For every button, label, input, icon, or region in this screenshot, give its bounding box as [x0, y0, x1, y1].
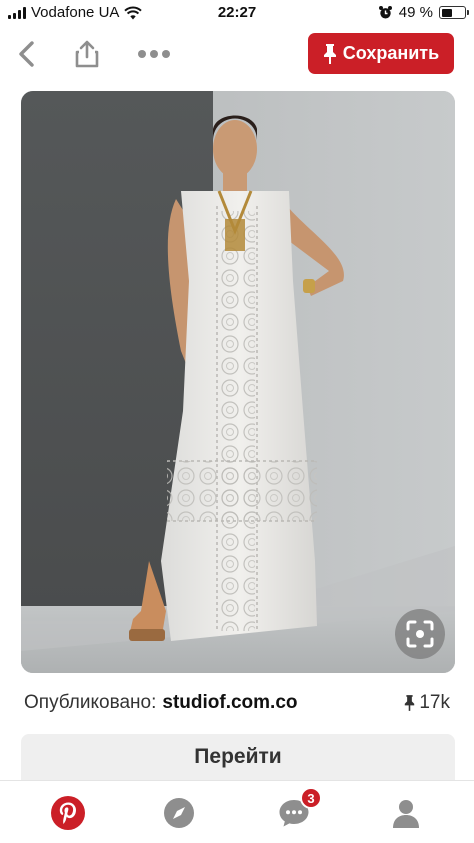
- nav-home[interactable]: [48, 793, 88, 833]
- nav-messages[interactable]: 3: [274, 787, 322, 833]
- share-button[interactable]: [70, 36, 104, 72]
- compass-icon: [164, 798, 194, 828]
- bottom-nav: 3: [0, 780, 474, 843]
- profile-icon: [393, 800, 419, 828]
- visit-label: Перейти: [194, 745, 282, 768]
- pin-image[interactable]: [21, 91, 455, 673]
- pin-icon: [323, 43, 336, 64]
- battery-fill: [441, 8, 453, 17]
- pinterest-logo-icon: [51, 796, 85, 830]
- more-dots-icon: [138, 50, 170, 58]
- nav-explore[interactable]: [159, 793, 199, 833]
- dress-photo: [21, 91, 455, 673]
- status-bar: Vodafone UA 22:27 49 %: [0, 0, 474, 26]
- back-button[interactable]: [12, 36, 42, 72]
- visual-search-icon: [406, 620, 434, 648]
- save-count: 17k: [404, 690, 450, 716]
- battery-icon: [439, 6, 469, 19]
- notification-badge: 3: [300, 787, 322, 809]
- save-label: Сохранить: [342, 43, 440, 63]
- share-upload-icon: [75, 40, 99, 68]
- visit-button[interactable]: Перейти: [21, 734, 455, 780]
- source-prefix: Опубликовано:: [24, 692, 157, 713]
- chevron-left-icon: [19, 41, 34, 67]
- source-link[interactable]: studiof.com.co: [162, 692, 297, 714]
- source-row: Опубликовано: studiof.com.co 17k: [24, 690, 450, 716]
- status-right: 49 %: [378, 4, 469, 21]
- save-count-value: 17k: [419, 692, 450, 713]
- pin-icon: [405, 695, 415, 711]
- nav-profile[interactable]: [386, 793, 426, 833]
- pin-toolbar: Сохранить: [0, 26, 474, 84]
- visual-search-button[interactable]: [395, 609, 445, 659]
- alarm-icon: [378, 6, 392, 19]
- battery-percent: 49 %: [398, 4, 433, 21]
- more-options-button[interactable]: [134, 36, 174, 72]
- save-button[interactable]: Сохранить: [308, 33, 454, 74]
